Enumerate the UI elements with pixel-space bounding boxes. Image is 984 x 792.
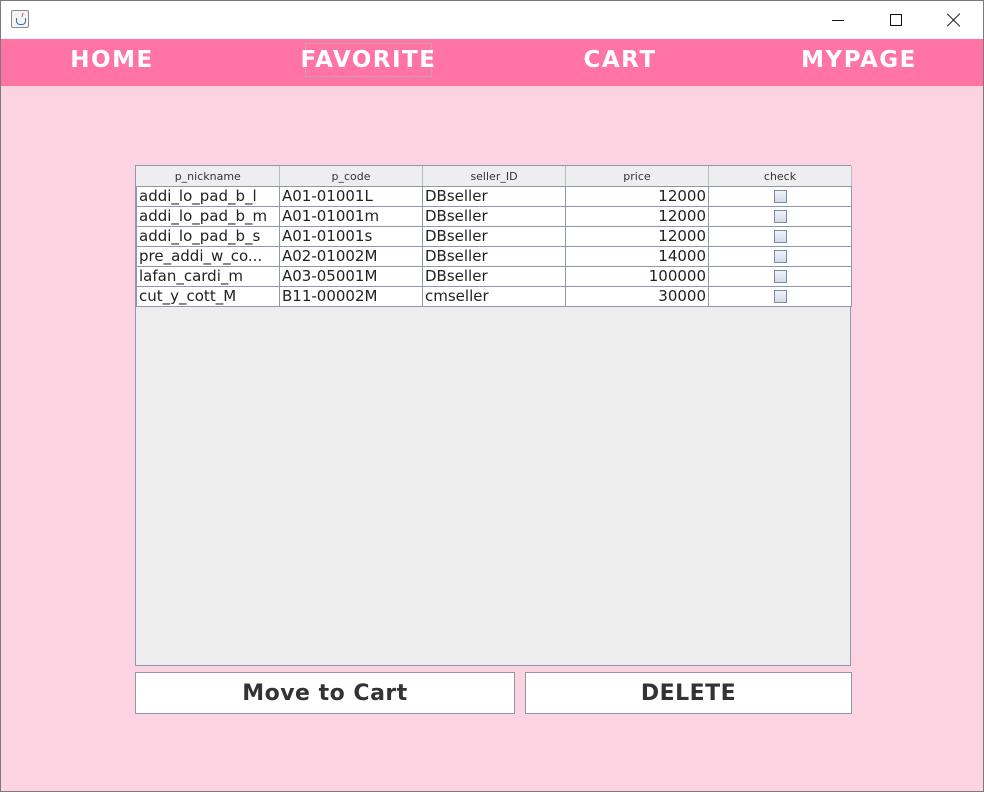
cell-price[interactable]: 12000 <box>565 185 709 207</box>
minimize-button[interactable] <box>809 1 867 39</box>
cell-p-code[interactable]: A01-01001m <box>279 205 423 227</box>
cell-check <box>708 185 852 207</box>
row-checkbox[interactable] <box>773 230 787 243</box>
cell-p-nickname[interactable]: lafan_cardi_m <box>136 265 280 287</box>
nav-cart[interactable]: CART <box>583 43 657 77</box>
cell-p-nickname[interactable]: addi_lo_pad_b_m <box>136 205 280 227</box>
column-header-price[interactable]: price <box>565 166 709 187</box>
maximize-icon <box>890 14 902 26</box>
column-header-seller-id[interactable]: seller_ID <box>422 166 566 187</box>
move-to-cart-button[interactable]: Move to Cart <box>135 672 515 714</box>
cell-seller-id[interactable]: DBseller <box>422 205 566 227</box>
cell-price[interactable]: 14000 <box>565 245 709 267</box>
cell-check <box>708 205 852 227</box>
cell-p-code[interactable]: B11-00002M <box>279 285 423 307</box>
column-header-check[interactable]: check <box>708 166 852 187</box>
cell-check <box>708 245 852 267</box>
close-icon <box>947 13 961 27</box>
cell-seller-id[interactable]: DBseller <box>422 185 566 207</box>
cell-check <box>708 265 852 287</box>
nav-mypage[interactable]: MYPAGE <box>801 43 915 77</box>
favorites-table[interactable]: p_nickname p_code seller_ID price check … <box>135 165 852 666</box>
cell-seller-id[interactable]: DBseller <box>422 265 566 287</box>
app-window: HOME FAVORITE CART MYPAGE p_nickname p_c… <box>0 0 984 792</box>
cell-price[interactable]: 12000 <box>565 225 709 247</box>
row-checkbox[interactable] <box>773 270 787 283</box>
row-checkbox[interactable] <box>773 250 787 263</box>
cell-p-code[interactable]: A01-01001L <box>279 185 423 207</box>
column-header-p-code[interactable]: p_code <box>279 166 423 187</box>
cell-price[interactable]: 12000 <box>565 205 709 227</box>
table-header-row: p_nickname p_code seller_ID price check <box>136 166 852 187</box>
cell-price[interactable]: 30000 <box>565 285 709 307</box>
cell-p-nickname[interactable]: cut_y_cott_M <box>136 285 280 307</box>
column-header-p-nickname[interactable]: p_nickname <box>136 166 280 187</box>
cell-check <box>708 225 852 247</box>
nav-favorite[interactable]: FAVORITE <box>301 43 435 77</box>
cell-p-nickname[interactable]: addi_lo_pad_b_s <box>136 225 280 247</box>
table-row[interactable]: addi_lo_pad_b_m A01-01001m DBseller 1200… <box>136 205 852 227</box>
favorites-grid: p_nickname p_code seller_ID price check … <box>136 166 852 307</box>
cell-p-nickname[interactable]: addi_lo_pad_b_l <box>136 185 280 207</box>
cell-check <box>708 285 852 307</box>
nav-home[interactable]: HOME <box>70 43 153 77</box>
minimize-icon <box>832 20 844 21</box>
table-row[interactable]: pre_addi_w_co... A02-01002M DBseller 140… <box>136 245 852 267</box>
java-icon <box>11 10 29 28</box>
table-row[interactable]: addi_lo_pad_b_s A01-01001s DBseller 1200… <box>136 225 852 247</box>
cell-p-nickname[interactable]: pre_addi_w_co... <box>136 245 280 267</box>
table-row[interactable]: addi_lo_pad_b_l A01-01001L DBseller 1200… <box>136 185 852 207</box>
cell-seller-id[interactable]: cmseller <box>422 285 566 307</box>
row-checkbox[interactable] <box>773 210 787 223</box>
cell-p-code[interactable]: A03-05001M <box>279 265 423 287</box>
cell-p-code[interactable]: A02-01002M <box>279 245 423 267</box>
maximize-button[interactable] <box>867 1 925 39</box>
cell-price[interactable]: 100000 <box>565 265 709 287</box>
nav-bar: HOME FAVORITE CART MYPAGE <box>1 39 983 86</box>
cell-p-code[interactable]: A01-01001s <box>279 225 423 247</box>
table-row[interactable]: cut_y_cott_M B11-00002M cmseller 30000 <box>136 285 852 307</box>
cell-seller-id[interactable]: DBseller <box>422 245 566 267</box>
title-bar <box>1 1 983 39</box>
row-checkbox[interactable] <box>773 190 787 203</box>
cell-seller-id[interactable]: DBseller <box>422 225 566 247</box>
table-row[interactable]: lafan_cardi_m A03-05001M DBseller 100000 <box>136 265 852 287</box>
delete-button[interactable]: DELETE <box>525 672 852 714</box>
close-button[interactable] <box>925 1 983 39</box>
row-checkbox[interactable] <box>773 290 787 303</box>
